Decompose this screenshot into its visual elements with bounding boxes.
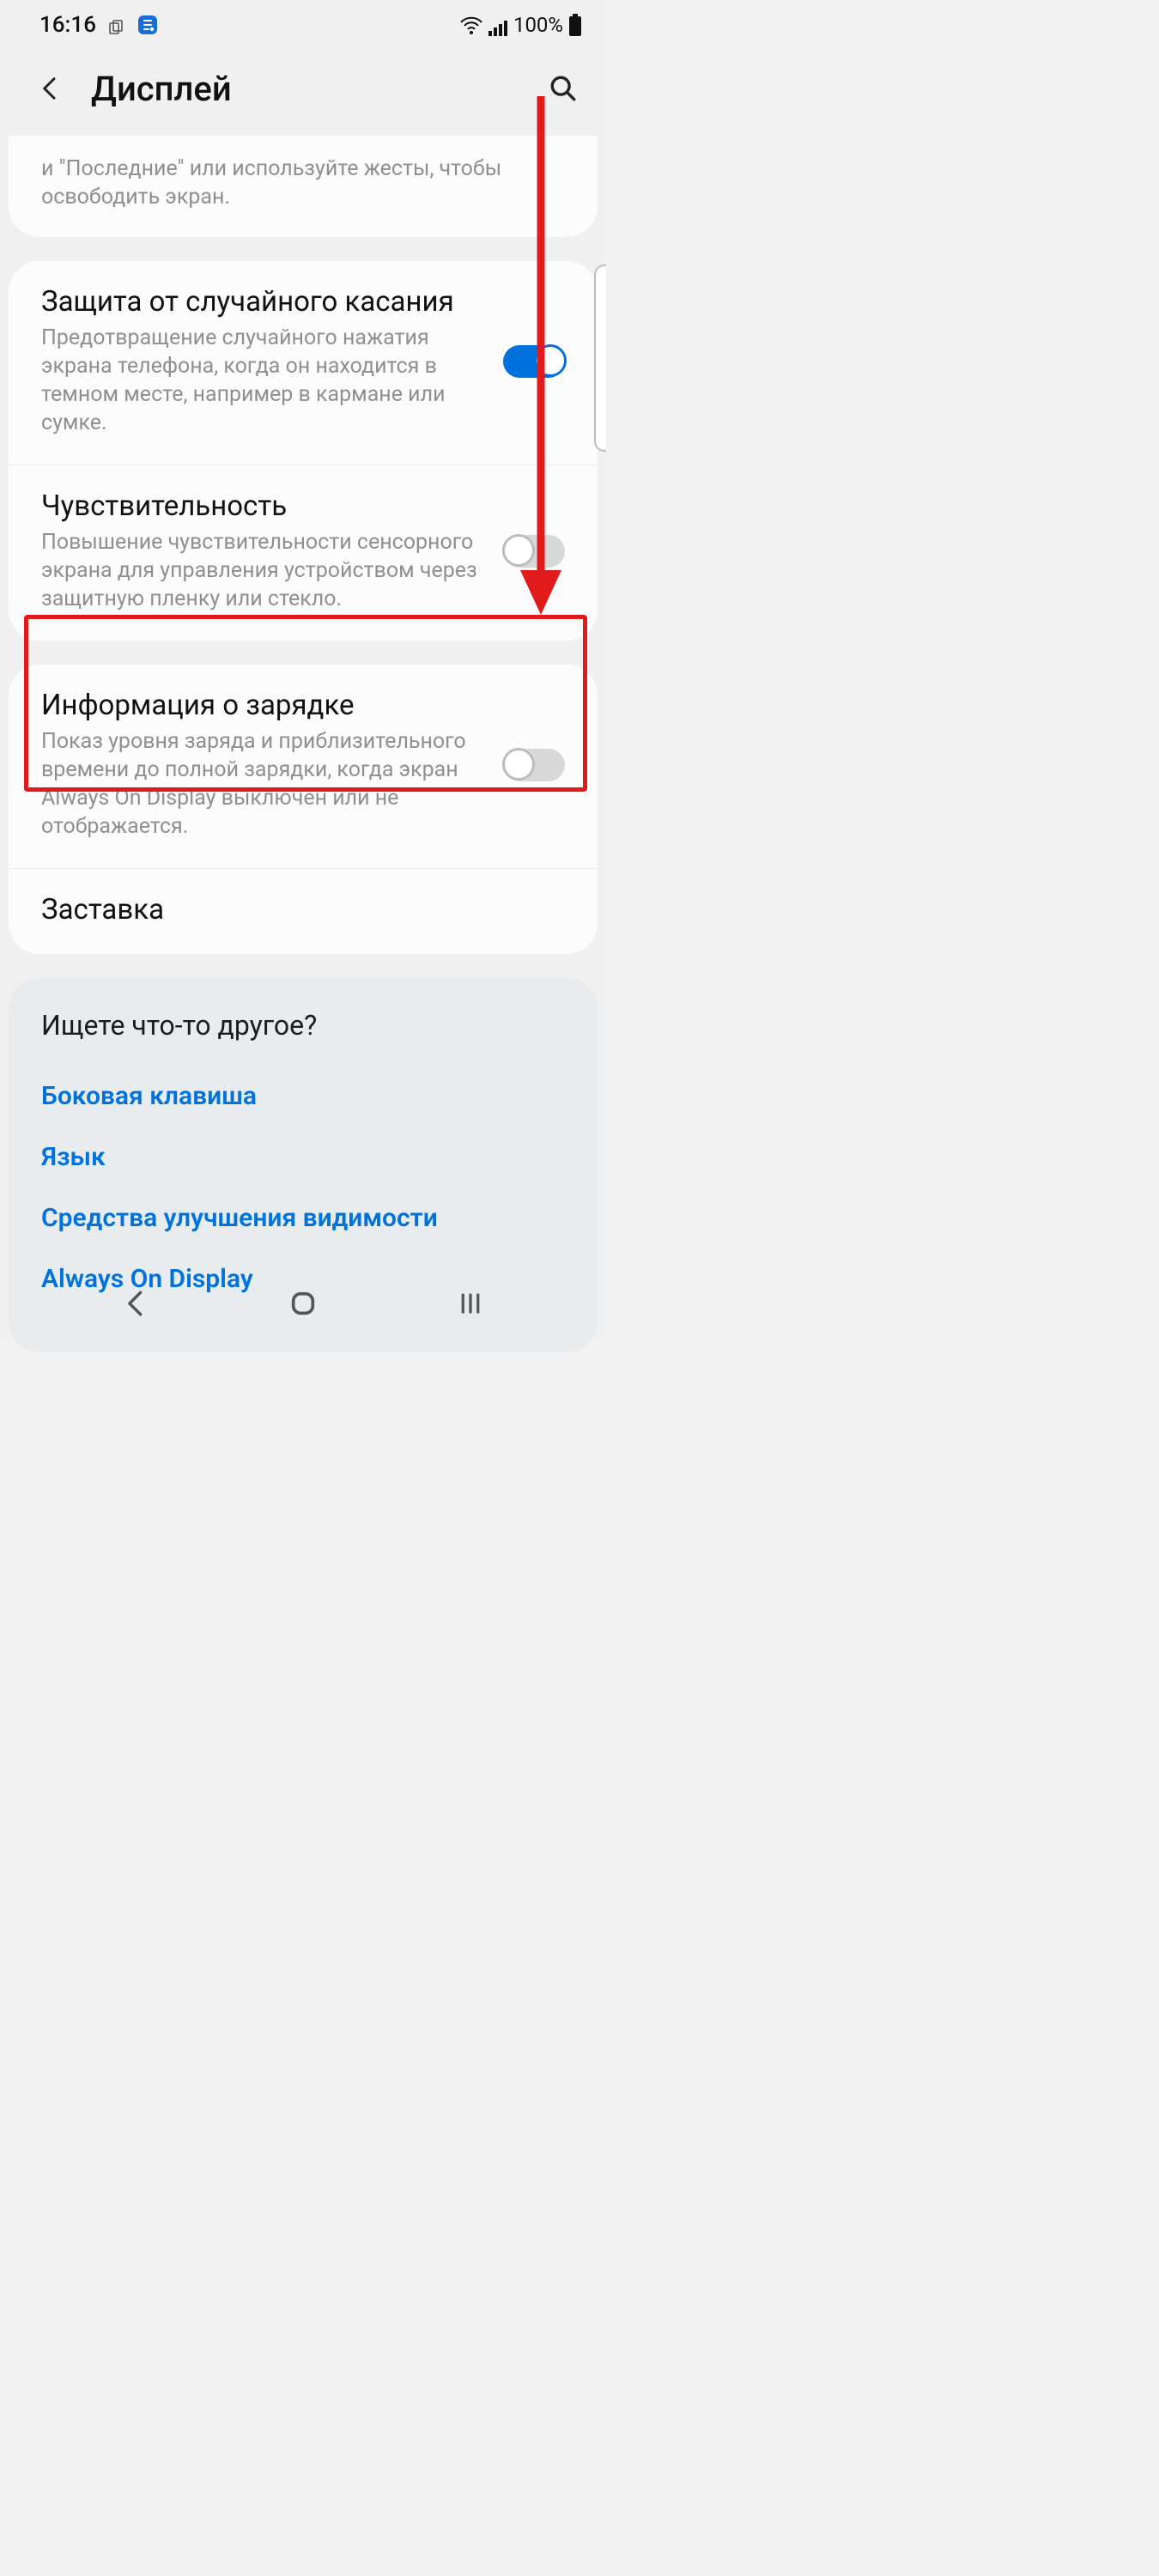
status-right: 100% [460, 13, 582, 37]
phone-frame: 16:16 100% Дисплей [0, 0, 606, 1340]
app-bar: Дисплей [0, 50, 606, 127]
sensitivity-toggle[interactable] [503, 535, 565, 568]
multiwindow-icon [108, 16, 125, 33]
sensitivity-title: Чувствительность [41, 489, 489, 523]
screensaver-title: Заставка [41, 893, 565, 927]
accidental-touch-title: Защита от случайного касания [41, 285, 489, 319]
accidental-touch-desc: Предотвращение случайного нажатия экрана… [41, 324, 489, 437]
status-time: 16:16 [39, 12, 96, 38]
link-visibility[interactable]: Средства улучшения видимости [41, 1188, 565, 1249]
charging-card: Информация о зарядке Показ уровня заряда… [9, 665, 598, 954]
battery-icon [568, 14, 582, 36]
touch-card: Защита от случайного касания Предотвраще… [9, 261, 598, 641]
charging-info-desc: Показ уровня заряда и приблизительного в… [41, 727, 489, 841]
looking-for-heading: Ищете что-то другое? [41, 1009, 565, 1042]
link-language[interactable]: Язык [41, 1127, 565, 1188]
content-area: и "Последние" или используйте жесты, что… [0, 136, 606, 1352]
setting-screensaver[interactable]: Заставка [9, 868, 598, 954]
nav-bar [0, 1276, 606, 1331]
wifi-icon [460, 15, 482, 34]
status-left: 16:16 [39, 12, 158, 38]
battery-text: 100% [513, 13, 563, 37]
truncated-card: и "Последние" или используйте жесты, что… [9, 136, 598, 237]
accidental-touch-toggle[interactable] [503, 345, 565, 378]
nav-home[interactable] [283, 1284, 323, 1323]
back-button[interactable] [34, 73, 65, 104]
link-side-key[interactable]: Боковая клавиша [41, 1066, 565, 1127]
setting-accidental-touch[interactable]: Защита от случайного касания Предотвраще… [9, 261, 598, 465]
scroll-indicator[interactable] [594, 264, 606, 452]
charging-info-title: Информация о зарядке [41, 689, 489, 722]
setting-sensitivity[interactable]: Чувствительность Повышение чувствительно… [9, 465, 598, 641]
page-title: Дисплей [91, 69, 232, 109]
charging-info-toggle[interactable] [503, 749, 565, 781]
nav-recents[interactable] [451, 1284, 490, 1323]
app-badge-icon [137, 15, 158, 35]
truncated-text: и "Последние" или используйте жесты, что… [9, 136, 598, 237]
search-button[interactable] [544, 70, 582, 107]
signal-icon [488, 16, 508, 33]
setting-charging-info[interactable]: Информация о зарядке Показ уровня заряда… [9, 665, 598, 868]
sensitivity-desc: Повышение чувствительности сенсорного эк… [41, 528, 489, 613]
status-bar: 16:16 100% [0, 0, 606, 50]
nav-back[interactable] [116, 1284, 155, 1323]
